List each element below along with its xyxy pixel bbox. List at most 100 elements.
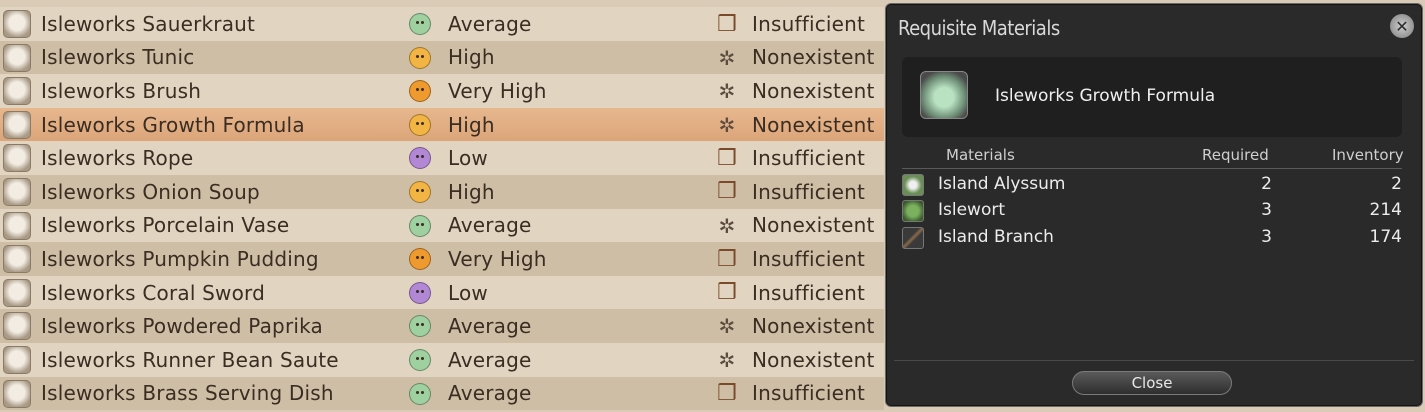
popularity-text: Average — [448, 314, 532, 339]
popularity-face-icon — [409, 113, 431, 136]
popularity-text: High — [448, 45, 495, 70]
popularity-text: High — [448, 179, 495, 204]
footer-divider — [894, 360, 1414, 361]
sparkle-icon: ✲ — [718, 213, 736, 238]
item-icon — [3, 379, 31, 408]
item-name: Isleworks Runner Bean Saute — [41, 347, 339, 372]
box-icon: ❒ — [717, 179, 737, 205]
popularity-face-icon — [409, 13, 431, 35]
item-row[interactable]: Isleworks Sauerkraut Average ❒ Insufficient — [0, 7, 884, 41]
item-row[interactable]: Isleworks Onion Soup High ❒ Insufficient — [0, 174, 884, 209]
popularity-text: Average — [448, 11, 532, 36]
popularity-text: Average — [448, 381, 532, 406]
supply-text: Nonexistent — [752, 112, 875, 137]
item-row[interactable]: Isleworks Powdered Paprika Average ✲ Nonexi… — [0, 309, 884, 343]
popularity-face-icon — [409, 281, 431, 304]
popularity-text: Low — [448, 280, 488, 305]
item-icon — [3, 211, 31, 240]
growth-formula-icon — [920, 71, 968, 119]
close-icon[interactable]: ✕ — [1390, 14, 1414, 38]
material-name: Island Alyssum — [938, 174, 1066, 194]
popularity-text: High — [448, 112, 495, 137]
supply-text: Insufficient — [752, 246, 866, 271]
material-inventory: 2 — [1391, 174, 1402, 194]
material-row[interactable]: Islewort 3 214 — [902, 198, 1402, 224]
item-row[interactable]: Isleworks Runner Bean Saute Average ✲ Nonex… — [0, 342, 884, 377]
popularity-face-icon — [409, 348, 431, 371]
item-name: Isleworks Rope — [41, 146, 194, 171]
item-row[interactable]: Isleworks Brass Serving Dish Average ❒ Insu… — [0, 376, 884, 411]
header-required: Required — [1202, 146, 1269, 164]
popularity-face-icon — [409, 80, 431, 103]
sparkle-icon: ✲ — [718, 314, 736, 339]
item-row[interactable]: Isleworks Pumpkin Pudding Very High ❒ Insuf… — [0, 242, 884, 276]
item-row[interactable]: Isleworks Growth Formula High ✲ Nonexistent — [0, 107, 884, 142]
popularity-face-icon — [409, 248, 431, 271]
material-row[interactable]: Island Alyssum 2 2 — [902, 172, 1402, 198]
item-row[interactable]: Isleworks Tunic High ✲ Nonexistent — [0, 40, 884, 75]
popularity-face-icon — [409, 214, 431, 237]
popularity-face-icon — [409, 382, 431, 405]
supply-text: Nonexistent — [752, 78, 875, 103]
item-name: Isleworks Tunic — [41, 45, 195, 70]
header-divider — [902, 168, 1402, 169]
popularity-face-icon — [409, 315, 431, 338]
item-name: Isleworks Growth Formula — [41, 112, 305, 137]
sparkle-icon: ✲ — [718, 45, 736, 70]
popularity-text: Average — [448, 213, 532, 238]
item-name: Isleworks Coral Sword — [41, 280, 266, 305]
close-button[interactable]: Close — [1072, 371, 1232, 395]
item-name: Isleworks Porcelain Vase — [41, 213, 290, 238]
box-icon: ❒ — [717, 145, 737, 171]
item-icon — [3, 312, 31, 341]
popularity-text: Average — [448, 347, 532, 372]
popularity-text: Very High — [448, 78, 547, 103]
item-list: Isleworks Sauerkraut Average ❒ Insufficient… — [0, 7, 884, 411]
item-icon — [3, 10, 31, 38]
box-icon: ❒ — [717, 280, 737, 306]
island-branch-icon — [902, 227, 924, 249]
islewort-icon — [902, 200, 924, 222]
material-required: 3 — [1261, 200, 1272, 220]
item-row[interactable]: Isleworks Brush Very High ✲ Nonexistent — [0, 74, 884, 108]
item-row[interactable]: Isleworks Rope Low ❒ Insufficient — [0, 141, 884, 175]
supply-text: Insufficient — [752, 179, 866, 204]
panel-title: Requisite Materials — [898, 16, 1060, 40]
product-box: Isleworks Growth Formula — [902, 57, 1402, 137]
item-icon — [3, 77, 31, 106]
item-row[interactable]: Isleworks Coral Sword Low ❒ Insufficient — [0, 275, 884, 310]
popularity-text: Low — [448, 146, 488, 171]
item-name: Isleworks Brush — [41, 78, 202, 103]
supply-text: Insufficient — [752, 280, 866, 305]
item-name: Isleworks Brass Serving Dish — [41, 381, 334, 406]
box-icon: ❒ — [717, 381, 737, 407]
header-inventory: Inventory — [1332, 146, 1404, 164]
supply-text: Insufficient — [752, 11, 866, 36]
supply-text: Nonexistent — [752, 213, 875, 238]
material-inventory: 174 — [1369, 227, 1402, 247]
item-icon — [3, 177, 31, 206]
item-icon — [3, 345, 31, 374]
supply-text: Insufficient — [752, 381, 866, 406]
popularity-face-icon — [409, 46, 431, 69]
supply-text: Insufficient — [752, 146, 866, 171]
sparkle-icon: ✲ — [718, 79, 736, 104]
item-icon — [3, 278, 31, 307]
material-required: 2 — [1261, 174, 1272, 194]
item-name: Isleworks Onion Soup — [41, 179, 260, 204]
material-row[interactable]: Island Branch 3 174 — [902, 225, 1402, 251]
box-icon: ❒ — [717, 11, 737, 37]
popularity-face-icon — [409, 180, 431, 203]
item-icon — [3, 110, 31, 139]
item-name: Isleworks Powdered Paprika — [41, 314, 324, 339]
supply-text: Nonexistent — [752, 45, 875, 70]
sparkle-icon: ✲ — [718, 112, 736, 137]
supply-text: Nonexistent — [752, 347, 875, 372]
sparkle-icon: ✲ — [718, 347, 736, 372]
item-row[interactable]: Isleworks Porcelain Vase Average ✲ Nonexist… — [0, 208, 884, 243]
island-alyssum-icon — [902, 174, 924, 196]
product-name: Isleworks Growth Formula — [995, 86, 1216, 106]
box-icon: ❒ — [717, 246, 737, 272]
popularity-text: Very High — [448, 246, 547, 271]
popularity-face-icon — [409, 147, 431, 170]
